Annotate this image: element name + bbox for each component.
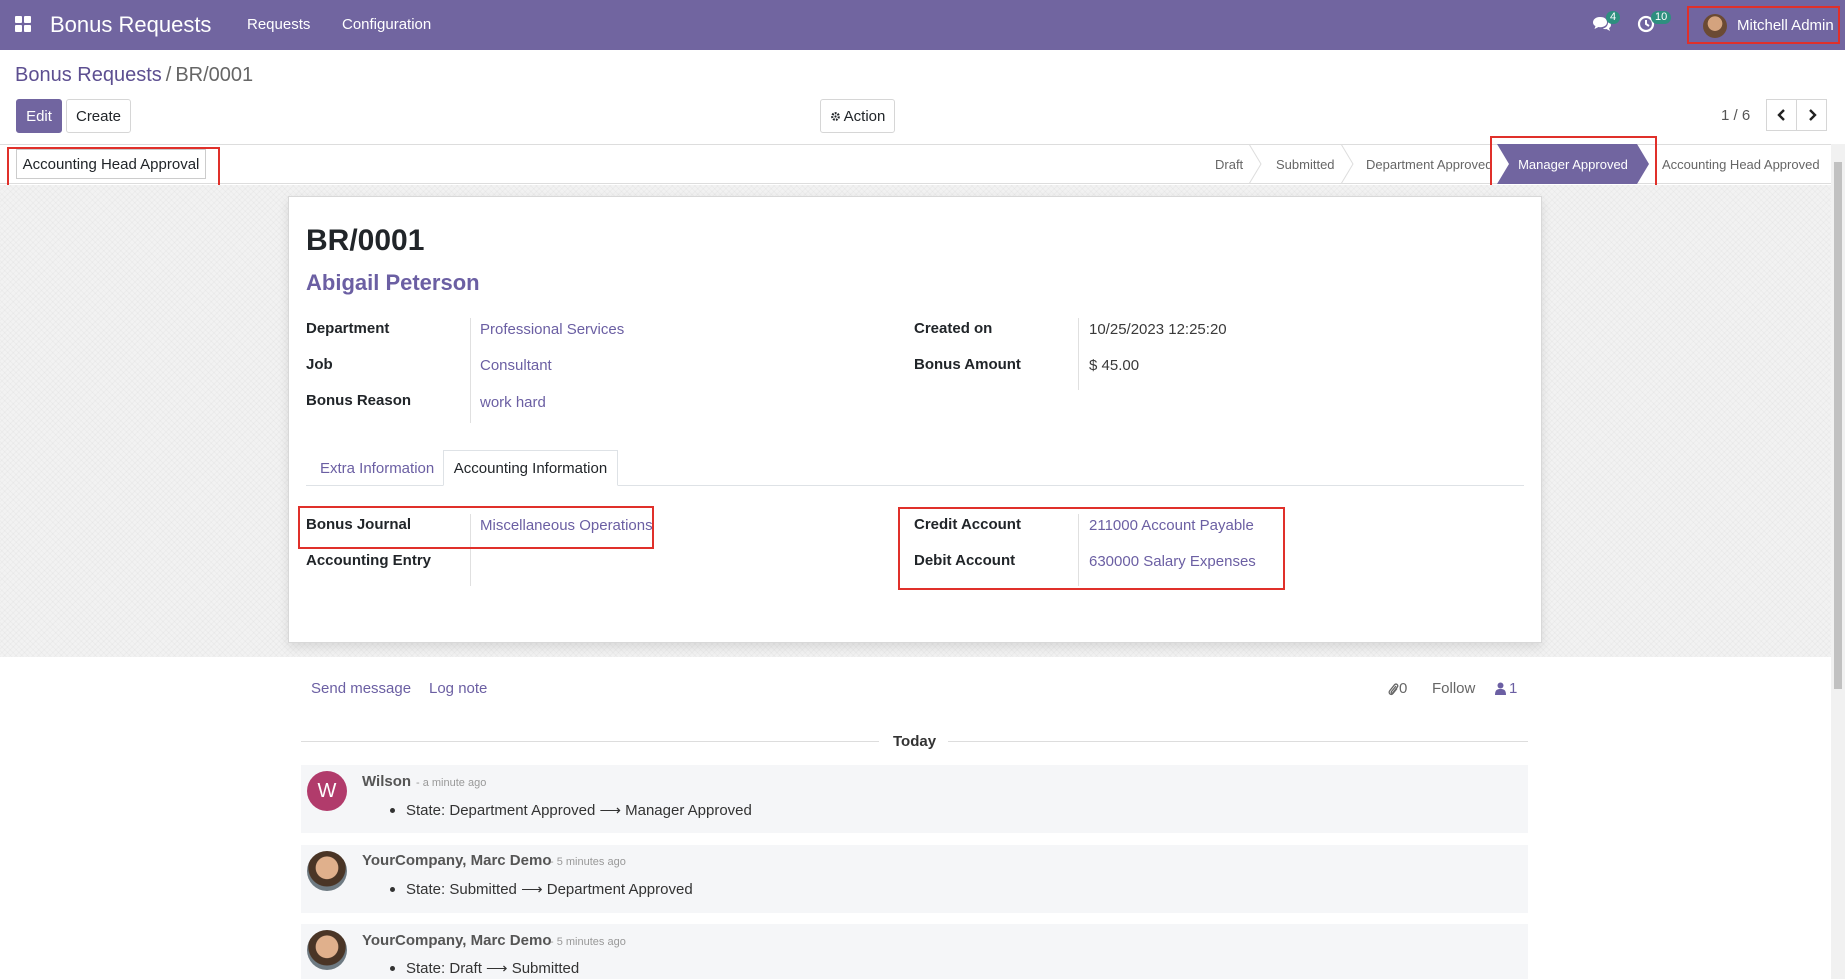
followers-count: 1 bbox=[1509, 680, 1518, 697]
chevron-left-icon bbox=[1776, 109, 1785, 121]
list-bullet bbox=[390, 808, 395, 813]
author-avatar[interactable] bbox=[307, 930, 347, 970]
author-avatar[interactable] bbox=[307, 851, 347, 891]
stage-separator bbox=[1340, 144, 1354, 184]
user-avatar bbox=[1703, 14, 1727, 38]
app-title[interactable]: Bonus Requests bbox=[50, 12, 211, 38]
bonus-amount-field[interactable]: $ 45.00 bbox=[1089, 357, 1139, 374]
stage-accounting-head-approved[interactable]: Accounting Head Approved bbox=[1662, 144, 1820, 184]
bonus-reason-label: Bonus Reason bbox=[306, 392, 412, 409]
department-label: Department bbox=[306, 320, 390, 337]
field-divider bbox=[1078, 318, 1079, 390]
activities-badge: 10 bbox=[1651, 11, 1672, 24]
breadcrumb: Bonus Requests / BR/0001 bbox=[15, 64, 253, 87]
followers-button[interactable]: 1 bbox=[1495, 680, 1517, 697]
breadcrumb-separator: / bbox=[165, 64, 172, 86]
created-on-field: 10/25/2023 12:25:20 bbox=[1089, 321, 1227, 338]
stage-submitted[interactable]: Submitted bbox=[1276, 144, 1335, 184]
job-field[interactable]: Consultant bbox=[480, 357, 552, 374]
message-author[interactable]: YourCompany, Marc Demo bbox=[362, 852, 551, 869]
top-navbar: Bonus Requests Requests Configuration 4 … bbox=[0, 0, 1845, 50]
user-name: Mitchell Admin bbox=[1737, 17, 1834, 34]
day-separator-line bbox=[948, 741, 1528, 742]
message-author[interactable]: YourCompany, Marc Demo bbox=[362, 932, 551, 949]
list-bullet bbox=[390, 887, 395, 892]
messages-badge: 4 bbox=[1606, 11, 1621, 24]
stage-draft[interactable]: Draft bbox=[1215, 144, 1243, 184]
pager-value[interactable]: 1 / 6 bbox=[1721, 107, 1750, 124]
gear-icon bbox=[830, 111, 840, 121]
paperclip-icon bbox=[1388, 682, 1399, 695]
message-body: State: Draft ⟶ Submitted bbox=[406, 960, 580, 977]
accounting-head-approval-button[interactable]: Accounting Head Approval bbox=[16, 149, 206, 179]
breadcrumb-parent-link[interactable]: Bonus Requests bbox=[15, 64, 162, 86]
scrollbar-thumb[interactable] bbox=[1834, 162, 1842, 689]
list-bullet bbox=[390, 966, 395, 971]
chevron-right-icon bbox=[1808, 109, 1817, 121]
pager-previous-button[interactable] bbox=[1766, 99, 1797, 131]
message-author[interactable]: Wilson bbox=[362, 773, 411, 790]
apps-menu-icon[interactable] bbox=[15, 16, 32, 33]
attachments-count: 0 bbox=[1399, 680, 1408, 697]
tab-extra-information[interactable]: Extra Information bbox=[306, 450, 448, 486]
stage-department-approved[interactable]: Department Approved bbox=[1366, 144, 1492, 184]
record-title: BR/0001 bbox=[306, 224, 425, 257]
action-label: Action bbox=[843, 107, 886, 125]
follow-button[interactable]: Follow bbox=[1432, 680, 1475, 697]
create-button[interactable]: Create bbox=[66, 99, 131, 133]
chatter-message bbox=[301, 765, 1528, 833]
tab-accounting-information[interactable]: Accounting Information bbox=[443, 450, 618, 486]
user-menu[interactable]: Mitchell Admin bbox=[1687, 6, 1840, 44]
menu-configuration[interactable]: Configuration bbox=[342, 16, 431, 33]
attachments-button[interactable]: 0 bbox=[1388, 680, 1407, 697]
accounting-entry-label: Accounting Entry bbox=[306, 552, 432, 569]
author-avatar[interactable]: W bbox=[307, 771, 347, 811]
bonus-amount-label: Bonus Amount bbox=[914, 356, 1021, 373]
message-body: State: Department Approved ⟶ Manager App… bbox=[406, 802, 752, 819]
message-time: - 5 minutes ago bbox=[550, 856, 626, 868]
bonus-reason-field[interactable]: work hard bbox=[480, 394, 546, 411]
menu-requests[interactable]: Requests bbox=[247, 16, 310, 33]
created-on-label: Created on bbox=[914, 320, 993, 337]
department-field[interactable]: Professional Services bbox=[480, 321, 624, 338]
employee-field[interactable]: Abigail Peterson bbox=[306, 270, 480, 296]
send-message-button[interactable]: Send message bbox=[311, 680, 411, 697]
day-separator: Today bbox=[893, 733, 937, 750]
edit-button[interactable]: Edit bbox=[16, 99, 62, 133]
pager-next-button[interactable] bbox=[1796, 99, 1827, 131]
field-divider bbox=[470, 318, 471, 423]
day-separator-line bbox=[301, 741, 879, 742]
stage-separator bbox=[1248, 144, 1262, 184]
highlight-frame bbox=[898, 507, 1285, 590]
job-label: Job bbox=[306, 356, 333, 373]
highlight-frame bbox=[298, 506, 654, 549]
message-time: - 5 minutes ago bbox=[550, 936, 626, 948]
user-icon bbox=[1495, 682, 1506, 695]
message-time: - a minute ago bbox=[416, 777, 487, 789]
message-body: State: Submitted ⟶ Department Approved bbox=[406, 881, 693, 898]
action-button[interactable]: Action bbox=[820, 99, 895, 133]
activities-clock-icon[interactable]: 10 bbox=[1637, 11, 1672, 35]
messages-icon[interactable]: 4 bbox=[1592, 11, 1621, 35]
breadcrumb-current: BR/0001 bbox=[175, 64, 254, 86]
log-note-button[interactable]: Log note bbox=[429, 680, 487, 697]
